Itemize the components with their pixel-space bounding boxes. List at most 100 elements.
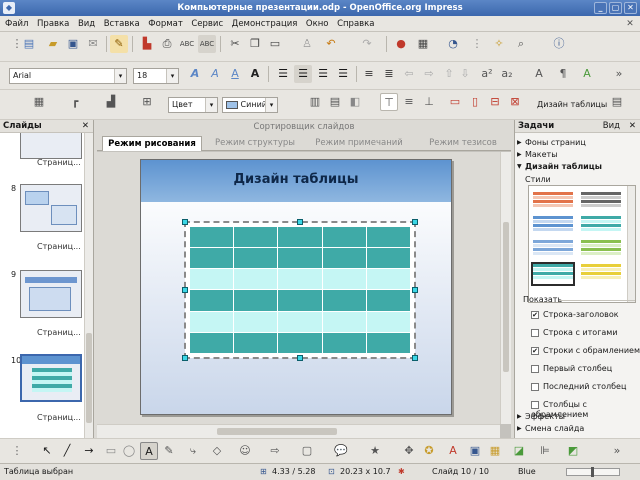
callouts-icon[interactable]: 💬 xyxy=(332,442,350,460)
option-first-column[interactable]: Первый столбец xyxy=(531,364,612,374)
maximize-button[interactable]: ▢ xyxy=(609,2,622,14)
chart-icon[interactable]: ● xyxy=(392,35,410,53)
from-file-icon[interactable]: ▣ xyxy=(466,442,484,460)
autospellcheck-icon[interactable]: ABC xyxy=(198,35,216,53)
split-cells-icon[interactable]: ▤ xyxy=(326,93,344,111)
borders-icon[interactable]: ⊞ xyxy=(138,93,156,111)
fill-color-dropdown[interactable]: Синий 8 ▾ xyxy=(222,97,278,113)
save-icon[interactable]: ▣ xyxy=(64,35,82,53)
font-underline-icon[interactable]: A xyxy=(226,65,244,83)
resize-handle[interactable] xyxy=(297,219,303,225)
checkbox-checked[interactable]: ✔ xyxy=(531,310,539,319)
horizontal-scrollbar[interactable] xyxy=(97,424,500,438)
zoom-slider[interactable] xyxy=(566,467,620,477)
minimize-button[interactable]: _ xyxy=(594,2,607,14)
character-icon[interactable]: A xyxy=(530,65,548,83)
align-bottom-icon[interactable]: ⊥ xyxy=(420,93,438,111)
table-style-swatch[interactable] xyxy=(581,192,621,212)
option-last-column[interactable]: Последний столбец xyxy=(531,382,626,392)
slide-thumbnail-9[interactable] xyxy=(20,270,82,318)
section-layouts[interactable]: ▶ Макеты xyxy=(517,149,635,160)
resize-handle[interactable] xyxy=(182,219,188,225)
align-top-icon[interactable]: ⊤ xyxy=(380,93,398,111)
paragraph-icon[interactable]: ¶ xyxy=(554,65,572,83)
resize-handle[interactable] xyxy=(182,287,188,293)
line-icon[interactable]: ╱ xyxy=(58,442,76,460)
align-left-icon[interactable]: ☰ xyxy=(274,65,292,83)
menu-edit[interactable]: Правка xyxy=(34,16,72,32)
glue-points-icon[interactable]: ✪ xyxy=(420,442,438,460)
menu-view[interactable]: Вид xyxy=(75,16,98,32)
delete-column-icon[interactable]: ⊠ xyxy=(506,93,524,111)
cut-icon[interactable]: ✂ xyxy=(226,35,244,53)
zoom-icon[interactable]: ⌕ xyxy=(512,35,530,53)
menu-tools[interactable]: Сервис xyxy=(188,16,226,32)
line-style-dropdown[interactable]: Цвет ▾ xyxy=(168,97,218,113)
resize-handle[interactable] xyxy=(182,355,188,361)
menu-window[interactable]: Окно xyxy=(303,16,332,32)
export-pdf-icon[interactable]: ▙ xyxy=(138,35,156,53)
menu-file[interactable]: Файл xyxy=(2,16,31,32)
resize-handle[interactable] xyxy=(412,219,418,225)
tab-notes[interactable]: Режим примечаний xyxy=(309,136,409,151)
delete-row-icon[interactable]: ⊟ xyxy=(486,93,504,111)
stars-icon[interactable]: ★ xyxy=(366,442,384,460)
points-icon[interactable]: ✥ xyxy=(400,442,418,460)
block-arrows-icon[interactable]: ⇨ xyxy=(266,442,284,460)
open-folder-icon[interactable]: ▰ xyxy=(44,35,62,53)
new-document-icon[interactable]: ▤ xyxy=(20,35,38,53)
select-arrow-icon[interactable]: ↖ xyxy=(38,442,56,460)
arrange-icon[interactable]: ◩ xyxy=(564,442,582,460)
gallery-icon[interactable]: ▦ xyxy=(486,442,504,460)
border-style-icon[interactable]: ┏ xyxy=(66,93,84,111)
superscript-icon[interactable]: a² xyxy=(478,65,496,83)
checkbox-checked[interactable]: ✔ xyxy=(531,346,539,355)
checkbox[interactable] xyxy=(531,364,539,373)
format-paintbrush-icon[interactable]: ♙ xyxy=(298,35,316,53)
edit-file-icon[interactable]: ✎ xyxy=(110,35,128,53)
merge-cells-icon[interactable]: ▥ xyxy=(306,93,324,111)
menu-help[interactable]: Справка xyxy=(334,16,377,32)
undo-icon[interactable]: ↶ xyxy=(322,35,340,53)
arrow-down-icon[interactable]: ⇩ xyxy=(456,65,474,83)
font-size-dropdown[interactable]: 18 ▾ xyxy=(133,68,179,84)
tab-outline[interactable]: Режим структуры xyxy=(205,136,305,151)
align-center-icon[interactable]: ☰ xyxy=(294,65,312,83)
flowchart-icon[interactable]: ▢ xyxy=(298,442,316,460)
list-icon[interactable]: ≡ xyxy=(360,65,378,83)
option-banded-rows[interactable]: ✔ Строки с обрамлением xyxy=(531,346,640,356)
align-objects-icon[interactable]: ⊫ xyxy=(536,442,554,460)
table-style-swatch[interactable] xyxy=(533,192,573,212)
extrusion-icon[interactable]: ◪ xyxy=(510,442,528,460)
slide-thumbnail-8[interactable] xyxy=(20,184,82,232)
arrow-right-icon[interactable]: ⇨ xyxy=(420,65,438,83)
table-properties-icon[interactable]: ▤ xyxy=(608,93,626,111)
document-modified-icon[interactable]: ✱ xyxy=(398,464,405,480)
display-views-icon[interactable]: ◔ xyxy=(444,35,462,53)
redo-icon[interactable]: ↷ xyxy=(358,35,376,53)
close-window-button[interactable]: ✕ xyxy=(624,2,637,14)
connector-icon[interactable]: ⤷ xyxy=(184,442,202,460)
arrow-left-icon[interactable]: ⇦ xyxy=(400,65,418,83)
menu-slideshow[interactable]: Демонстрация xyxy=(229,16,301,32)
numbered-list-icon[interactable]: ≣ xyxy=(380,65,398,83)
line-color-icon[interactable]: ▟ xyxy=(102,93,120,111)
font-name-dropdown[interactable]: Arial ▾ xyxy=(9,68,127,84)
close-pane-icon[interactable]: ✕ xyxy=(82,120,89,133)
menu-format[interactable]: Формат xyxy=(145,16,186,32)
slide-title[interactable]: Дизайн таблицы xyxy=(141,172,451,187)
view-menu[interactable]: Вид xyxy=(603,120,620,133)
table-styles-gallery[interactable] xyxy=(528,185,636,303)
more-icon[interactable]: » xyxy=(610,65,628,83)
more-icon[interactable]: » xyxy=(608,442,626,460)
section-slide-transition[interactable]: ▶ Смена слайда xyxy=(517,423,635,434)
slide-table[interactable] xyxy=(184,221,416,359)
close-document-icon[interactable]: ✕ xyxy=(624,18,636,30)
optimize-icon[interactable]: ◧ xyxy=(346,93,364,111)
subscript-icon[interactable]: a₂ xyxy=(498,65,516,83)
print-icon[interactable]: ⎙ xyxy=(158,35,176,53)
section-master-pages[interactable]: ▶ Фоны страниц xyxy=(517,137,635,148)
font-italic-icon[interactable]: A xyxy=(206,65,224,83)
styles-scrollbar[interactable] xyxy=(627,186,635,302)
arrow-line-icon[interactable]: → xyxy=(80,442,98,460)
